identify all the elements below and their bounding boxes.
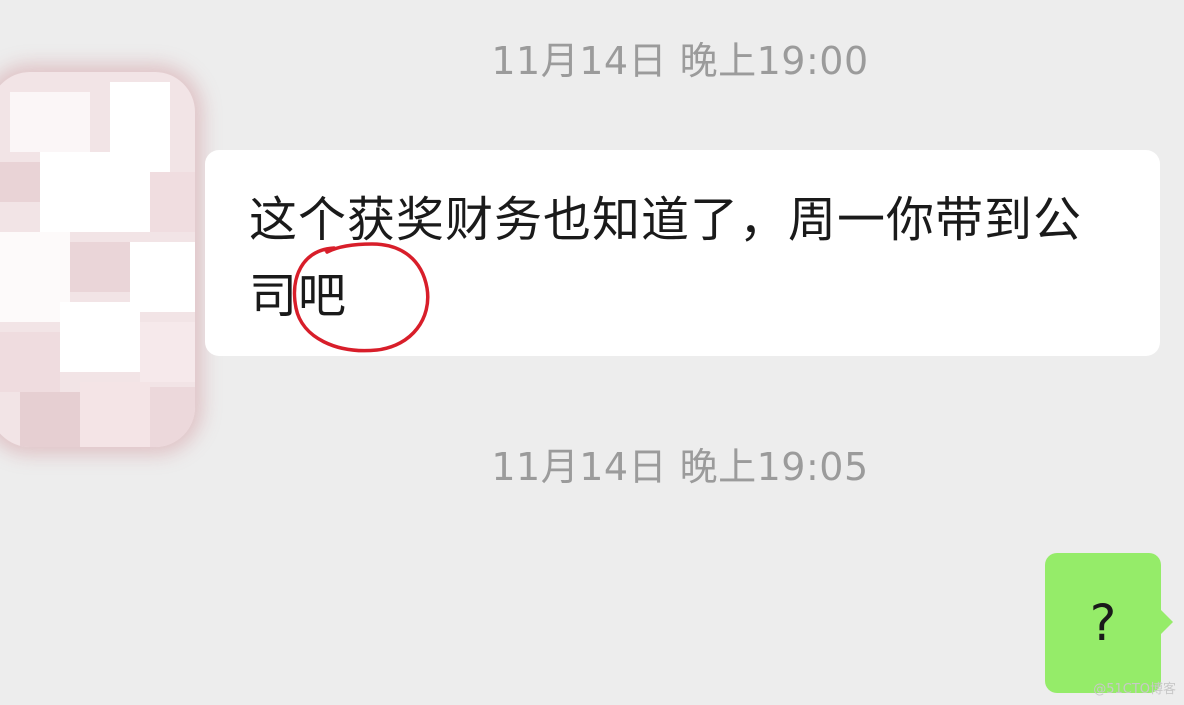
avatar-pixel — [0, 332, 60, 392]
timestamp-2: 11月14日 晚上19:05 — [491, 445, 869, 489]
incoming-message-bubble[interactable]: 这个获奖财务也知道了，周一你带到公司吧 — [205, 150, 1160, 356]
watermark: @51CTO博客 — [1093, 682, 1176, 697]
outgoing-message-text: ? — [1089, 594, 1117, 652]
timestamp-1: 11月14日 晚上19:00 — [491, 39, 869, 83]
avatar-pixel — [0, 162, 40, 202]
outgoing-message-bubble[interactable]: ? — [1045, 553, 1173, 693]
contact-avatar[interactable] — [0, 72, 195, 447]
avatar-pixel — [150, 172, 195, 232]
avatar-pixel — [60, 302, 140, 372]
avatar-pixel — [140, 322, 195, 382]
avatar-pixel — [40, 152, 150, 232]
avatar-pixel — [70, 242, 130, 292]
incoming-message-text: 这个获奖财务也知道了，周一你带到公司吧 — [249, 192, 1083, 324]
avatar-pixel — [10, 92, 90, 152]
